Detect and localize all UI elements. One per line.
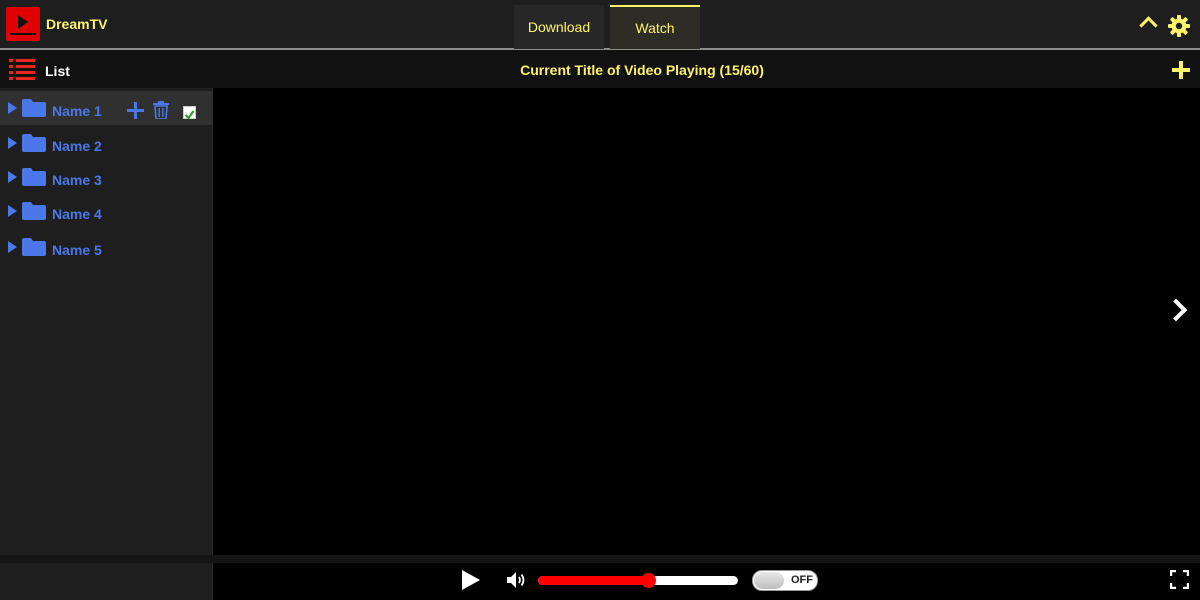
folder-checkbox[interactable] (183, 106, 196, 120)
gear-icon[interactable] (1167, 14, 1191, 38)
caret-right-icon[interactable] (8, 137, 17, 149)
fullscreen-icon[interactable] (1170, 570, 1189, 589)
caret-right-icon[interactable] (8, 102, 17, 114)
trash-icon[interactable] (153, 101, 169, 119)
add-icon[interactable] (127, 102, 144, 119)
controls-divider (0, 555, 1200, 563)
add-video-icon[interactable] (1171, 60, 1191, 80)
volume-slider-fill (538, 576, 648, 585)
folder-icon (22, 168, 46, 186)
folder-item[interactable]: Name 4 (0, 194, 212, 228)
video-player[interactable] (213, 88, 1200, 555)
video-title: Current Title of Video Playing (15/60) (520, 62, 764, 78)
sidebar-footer (0, 563, 213, 600)
folder-item[interactable]: Name 2 (0, 126, 212, 160)
folder-name: Name 5 (52, 242, 102, 258)
toggle-label: OFF (791, 574, 813, 586)
caret-right-icon[interactable] (8, 171, 17, 183)
caret-right-icon[interactable] (8, 205, 17, 217)
folder-name: Name 3 (52, 172, 102, 188)
check-icon (184, 110, 195, 120)
play-button[interactable] (462, 570, 480, 590)
volume-icon[interactable] (506, 571, 528, 589)
tab-download[interactable]: Download (514, 5, 604, 49)
app-logo-icon (6, 7, 40, 41)
folder-icon (22, 134, 46, 152)
folder-name: Name 2 (52, 138, 102, 154)
caret-right-icon[interactable] (8, 241, 17, 253)
folder-icon (22, 99, 46, 117)
toggle-knob (754, 572, 784, 589)
folder-icon (22, 202, 46, 220)
folder-name: Name 4 (52, 206, 102, 222)
app-brand: DreamTV (46, 16, 108, 32)
tab-watch[interactable]: Watch (610, 5, 700, 49)
folder-item[interactable]: Name 5 (0, 230, 212, 264)
folder-item[interactable]: Name 1 (0, 91, 212, 125)
volume-slider[interactable] (538, 573, 738, 588)
volume-slider-handle[interactable] (641, 573, 656, 588)
autoplay-toggle[interactable]: OFF (752, 570, 818, 591)
list-label: List (45, 63, 70, 79)
list-icon[interactable] (9, 59, 35, 81)
folder-icon (22, 238, 46, 256)
folder-item[interactable]: Name 3 (0, 160, 212, 194)
folder-name: Name 1 (52, 103, 102, 119)
